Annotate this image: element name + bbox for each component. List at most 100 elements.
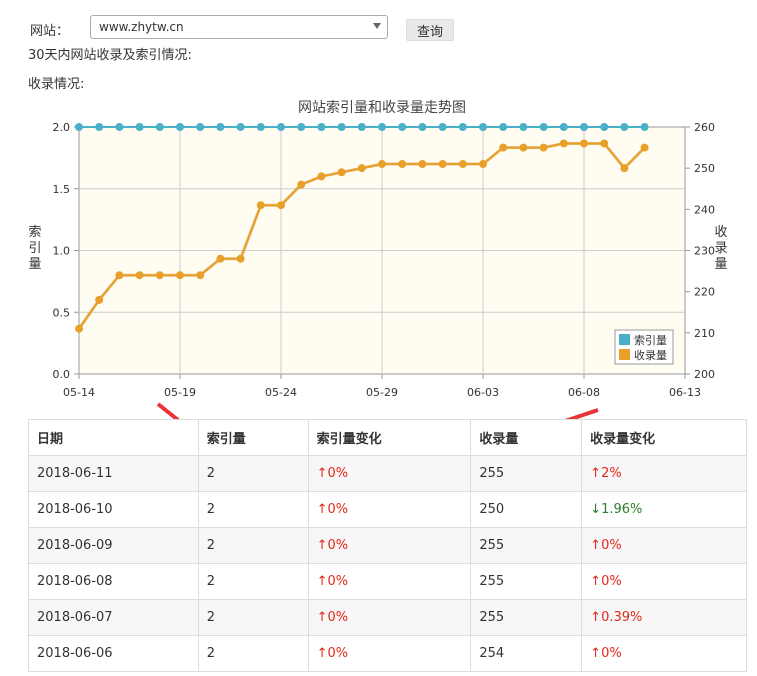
cell-count: 255: [470, 563, 583, 600]
series-point-index: [155, 123, 164, 131]
cell-index-change: ↑0%: [307, 563, 472, 600]
cell-count-change: ↑0.39%: [581, 599, 747, 636]
cell-index: 2: [197, 563, 309, 600]
series-point-index: [95, 123, 104, 131]
table-header-row: 日期 索引量 索引量变化 收录量 收录量变化: [28, 419, 747, 456]
series-point-count: [357, 164, 366, 173]
series-point-count: [559, 139, 568, 148]
cell-count: 254: [470, 635, 583, 672]
series-point-count: [135, 271, 144, 280]
index-table: 日期 索引量 索引量变化 收录量 收录量变化 2018-06-11 2 ↑0% 255…: [28, 419, 747, 672]
chevron-down-icon: [373, 23, 381, 29]
series-point-index: [418, 123, 427, 131]
series-point-index: [256, 123, 265, 131]
y-right-tick-label: 250: [694, 162, 715, 175]
series-point-index: [640, 123, 649, 131]
x-tick-label: 05-19: [164, 386, 196, 399]
series-point-index: [176, 123, 184, 131]
summary-line: 30天内网站收录及索引情况:: [28, 48, 192, 63]
y-right-tick-label: 240: [694, 203, 715, 216]
series-point-count: [155, 271, 164, 280]
series-point-index: [600, 123, 609, 131]
series-point-count: [95, 295, 104, 304]
y-left-tick-label: 1.5: [53, 183, 71, 196]
cell-count: 255: [470, 455, 583, 492]
series-point-count: [458, 160, 467, 169]
series-point-index: [580, 123, 588, 131]
series-point-index: [539, 123, 548, 131]
series-point-index: [438, 123, 447, 131]
series-point-count: [277, 201, 285, 210]
table-row: 2018-06-09 2 ↑0% 255 ↑0%: [28, 527, 747, 564]
series-point-count: [75, 324, 83, 333]
series-point-count: [297, 180, 306, 189]
y-left-tick-label: 2.0: [53, 121, 71, 134]
legend-label: 索引量: [634, 333, 667, 347]
series-point-count: [317, 172, 326, 181]
header-index: 索引量: [197, 419, 309, 456]
table-row: 2018-06-07 2 ↑0% 255 ↑0.39%: [28, 599, 747, 636]
cell-count-change: ↑0%: [581, 635, 747, 672]
table-row: 2018-06-08 2 ↑0% 255 ↑0%: [28, 563, 747, 600]
cell-date: 2018-06-11: [28, 455, 199, 492]
section-label: 收录情况:: [28, 77, 85, 92]
series-point-index: [236, 123, 245, 131]
chart-title: 网站索引量和收录量走势图: [298, 99, 466, 116]
y-right-tick-label: 210: [694, 327, 715, 340]
series-point-index: [499, 123, 508, 131]
trend-chart-svg: 05-14 05-19 05-24 05-29 06-03 06-08 06-13 0.0 0.…: [28, 99, 727, 399]
series-point-count: [519, 143, 528, 152]
series-point-index: [277, 123, 285, 131]
series-point-index: [479, 123, 487, 131]
series-point-index: [559, 123, 568, 131]
series-point-index: [337, 123, 346, 131]
series-point-count: [176, 271, 184, 280]
cell-index-change: ↑0%: [307, 455, 472, 492]
series-point-count: [236, 254, 245, 263]
table-row: 2018-06-06 2 ↑0% 254 ↑0%: [28, 635, 747, 672]
series-point-count: [539, 143, 548, 152]
series-point-index: [378, 123, 386, 131]
y-right-tick-label: 220: [694, 286, 715, 299]
cell-index: 2: [197, 455, 309, 492]
series-point-index: [458, 123, 467, 131]
site-row: 网站：: [30, 15, 90, 43]
series-point-index: [135, 123, 144, 131]
y-right-tick-label: 260: [694, 121, 715, 134]
y-left-tick-label: 1.0: [53, 245, 71, 258]
cell-count: 250: [470, 491, 583, 528]
x-tick-label: 06-03: [467, 386, 499, 399]
x-tick-label: 06-13: [669, 386, 701, 399]
cell-index-change: ↑0%: [307, 599, 472, 636]
x-tick-label: 05-24: [265, 386, 297, 399]
cell-date: 2018-06-10: [28, 491, 199, 528]
header-count: 收录量: [470, 419, 583, 456]
series-point-count: [438, 160, 447, 169]
series-point-index: [196, 123, 205, 131]
series-point-count: [196, 271, 205, 280]
query-button[interactable]: 查询: [406, 19, 454, 41]
site-label: 网站：: [30, 23, 70, 39]
series-point-count: [115, 271, 124, 280]
y-right-tick-label: 200: [694, 368, 715, 381]
x-tick-label: 05-14: [63, 386, 95, 399]
y-left-tick-label: 0.5: [53, 306, 71, 319]
site-select-value: www.zhytw.cn: [99, 20, 184, 34]
series-point-count: [418, 160, 427, 169]
cell-index-change: ↑0%: [307, 491, 472, 528]
site-select[interactable]: www.zhytw.cn: [90, 15, 388, 39]
series-point-index: [357, 123, 366, 131]
cell-index: 2: [197, 527, 309, 564]
cell-date: 2018-06-07: [28, 599, 199, 636]
series-point-count: [479, 160, 487, 169]
trend-chart: 05-14 05-19 05-24 05-29 06-03 06-08 06-13 0.0 0.…: [0, 95, 757, 400]
series-point-index: [317, 123, 326, 131]
series-point-index: [75, 123, 83, 131]
cell-count: 255: [470, 599, 583, 636]
series-point-count: [620, 164, 629, 173]
cell-date: 2018-06-09: [28, 527, 199, 564]
y-right-label: 收录量: [714, 225, 727, 272]
x-tick-label: 05-29: [366, 386, 398, 399]
x-tick-label: 06-08: [568, 386, 600, 399]
series-point-index: [398, 123, 407, 131]
